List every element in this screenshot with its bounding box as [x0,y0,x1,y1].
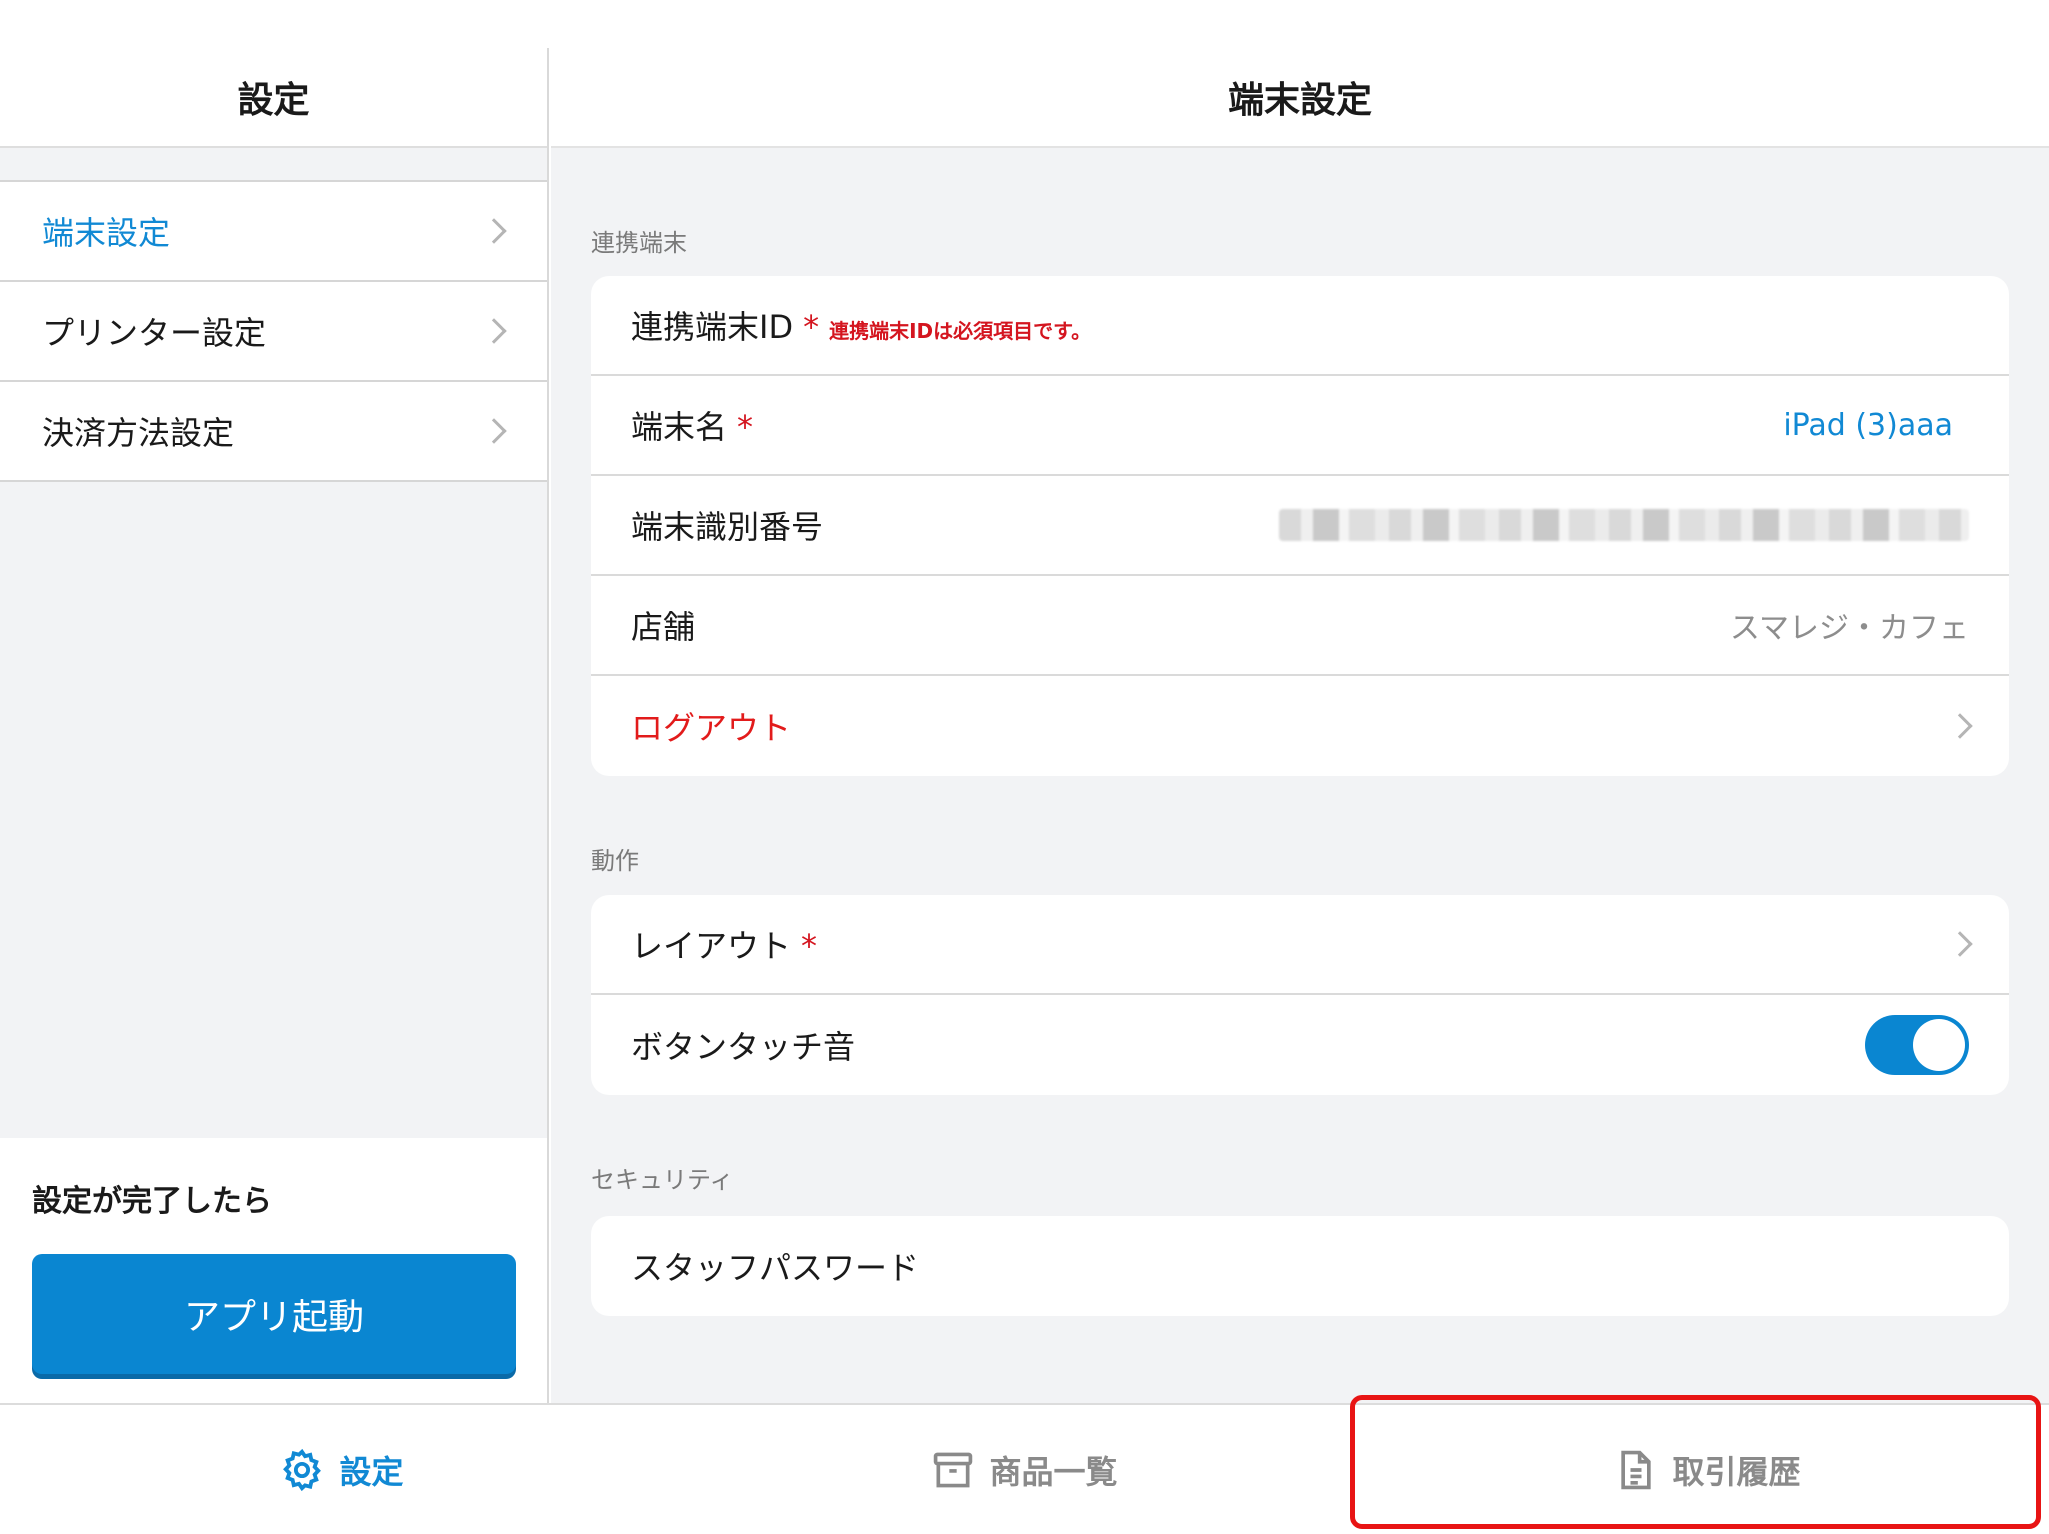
page-title: 端末設定 [1227,80,1372,121]
layout-label: レイアウト [631,927,792,965]
device-name-label: 端末名 [631,408,728,446]
device-serial-row: 端末識別番号 [591,476,2009,576]
button-sound-toggle[interactable] [1865,1015,1969,1075]
launch-app-button[interactable]: アプリ起動 [32,1254,516,1374]
sidebar-item-label: プリンター設定 [42,314,267,352]
linked-id-label: 連携端末ID [631,308,794,346]
behavior-card: レイアウト * ボタンタッチ音 [591,895,2009,1095]
chevron-right-icon [481,318,507,344]
main-panel: 端末設定 連携端末 連携端末ID * 連携端末IDは必須項目です。 端末名 * … [551,48,2049,1403]
button-sound-row: ボタンタッチ音 [591,995,2009,1095]
tab-products-label: 商品一覧 [989,1452,1118,1491]
security-card: スタッフパスワード [591,1216,2009,1316]
section-label-behavior: 動作 [591,847,639,875]
bottom-tab-bar: 設定 商品一覧 取引履歴 [0,1403,2049,1534]
tab-settings-label: 設定 [339,1452,404,1491]
logout-row[interactable]: ログアウト [591,676,2009,776]
device-serial-label: 端末識別番号 [631,508,824,546]
store-label: 店舗 [631,608,696,646]
section-label-linked: 連携端末 [591,229,687,257]
chevron-right-icon [1947,931,1973,957]
button-sound-label: ボタンタッチ音 [631,1028,856,1066]
store-row: 店舗 スマレジ・カフェ [591,576,2009,676]
settings-sidebar: 設定 端末設定 プリンター設定 決済方法設定 設定が完了したら アプリ起動 [0,48,549,1403]
device-name-label-group: 端末名 * [631,402,753,448]
toggle-knob [1913,1019,1965,1071]
linked-device-card: 連携端末ID * 連携端末IDは必須項目です。 端末名 * iPad (3)aa… [591,276,2009,776]
sidebar-item-payment-settings[interactable]: 決済方法設定 [0,382,547,482]
device-name-row[interactable]: 端末名 * iPad (3)aaa [591,376,2009,476]
linked-id-label-group: 連携端末ID * 連携端末IDは必須項目です。 [631,302,1091,348]
archive-box-icon [934,1452,973,1487]
chevron-right-icon [481,418,507,444]
sidebar-title: 設定 [237,80,310,121]
sidebar-menu: 端末設定 プリンター設定 決済方法設定 [0,180,547,482]
section-label-security: セキュリティ [591,1166,734,1194]
staff-password-label: スタッフパスワード [631,1249,920,1287]
sidebar-header: 設定 [0,48,547,148]
sidebar-footer: 設定が完了したら アプリ起動 [0,1138,547,1403]
chevron-right-icon [481,218,507,244]
device-serial-value-redacted [1279,509,1969,541]
linked-id-error: 連携端末IDは必須項目です。 [829,319,1092,343]
document-icon [1621,1450,1652,1489]
chevron-right-icon [1947,713,1973,739]
tab-history[interactable]: 取引履歴 [1366,1405,2049,1534]
footer-caption: 設定が完了したら [32,1184,272,1219]
tab-history-label: 取引履歴 [1672,1452,1801,1491]
device-name-value[interactable]: iPad (3)aaa [1783,408,1953,443]
sidebar-item-printer-settings[interactable]: プリンター設定 [0,282,547,382]
store-value: スマレジ・カフェ [1729,611,1969,646]
layout-row[interactable]: レイアウト * [591,895,2009,995]
layout-label-group: レイアウト * [631,921,817,967]
gear-icon [283,1448,322,1491]
logout-label: ログアウト [631,709,792,747]
status-bar-area [0,0,2049,48]
required-mark: * [801,927,818,965]
tab-products[interactable]: 商品一覧 [683,1405,1366,1534]
linked-id-row[interactable]: 連携端末ID * 連携端末IDは必須項目です。 [591,276,2009,376]
sidebar-item-device-settings[interactable]: 端末設定 [0,182,547,282]
staff-password-row[interactable]: スタッフパスワード [591,1216,2009,1316]
main-header: 端末設定 [551,48,2049,148]
sidebar-item-label: 端末設定 [42,214,171,252]
tab-settings[interactable]: 設定 [0,1405,683,1534]
required-mark: * [803,308,820,346]
required-mark: * [737,408,754,446]
sidebar-item-label: 決済方法設定 [42,414,235,452]
